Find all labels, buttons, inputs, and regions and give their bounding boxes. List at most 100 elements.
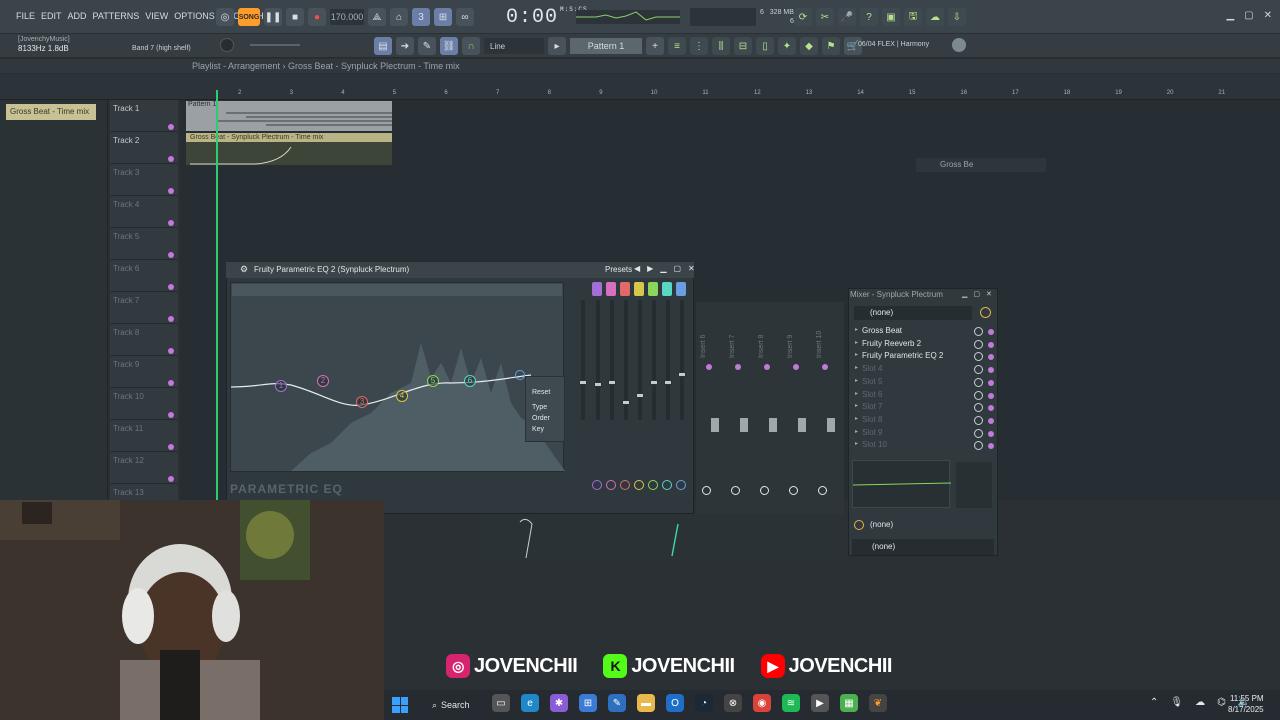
- slot-enable-dot[interactable]: [988, 430, 994, 437]
- mixer-eq-preview[interactable]: [852, 460, 952, 508]
- chrome-icon[interactable]: ◉: [753, 694, 771, 712]
- slot-expand-icon[interactable]: ▸: [855, 440, 858, 447]
- slot-mix-knob[interactable]: [974, 339, 983, 349]
- channel-fader[interactable]: [798, 418, 806, 432]
- stop-button[interactable]: ■: [286, 8, 304, 26]
- eq-gain-handle[interactable]: [678, 372, 686, 377]
- eq-band-type-button[interactable]: [592, 282, 602, 296]
- channel-fader[interactable]: [711, 418, 719, 432]
- channel-route-knob[interactable]: [702, 486, 711, 495]
- slot-expand-icon[interactable]: ▸: [855, 415, 858, 422]
- browser-icon[interactable]: ⊟: [734, 37, 752, 55]
- eq-band-type-button[interactable]: [620, 282, 630, 296]
- countdown-icon[interactable]: 3: [412, 8, 430, 26]
- slot-mix-knob[interactable]: [974, 415, 983, 425]
- track-mute-dot[interactable]: [168, 284, 174, 290]
- track-mute-dot[interactable]: [168, 252, 174, 258]
- outlook-icon[interactable]: O: [666, 694, 684, 712]
- eq-band-type-button[interactable]: [648, 282, 658, 296]
- slot-mix-knob[interactable]: [974, 390, 983, 400]
- eq-gain-handle[interactable]: [636, 393, 644, 398]
- track-mute-dot[interactable]: [168, 412, 174, 418]
- pattern-plus-icon[interactable]: +: [646, 37, 664, 55]
- eq-band-type-button[interactable]: [634, 282, 644, 296]
- track-mute-dot[interactable]: [168, 188, 174, 194]
- eq-band-node[interactable]: 2: [317, 375, 329, 387]
- slot-mix-knob[interactable]: [974, 327, 983, 336]
- download-icon[interactable]: ⇩: [948, 8, 966, 26]
- eq-gain-slider[interactable]: [680, 300, 684, 420]
- playlist-icon[interactable]: ≡: [668, 37, 686, 55]
- pattern-selector[interactable]: Pattern 1: [570, 38, 642, 54]
- eq-maximize-icon[interactable]: ▢: [673, 264, 681, 273]
- master-pitch-knob[interactable]: [220, 38, 234, 52]
- timeline-ruler[interactable]: [0, 74, 1280, 100]
- menu-options[interactable]: OPTIONS: [174, 11, 215, 21]
- fl-studio-icon[interactable]: ❦: [869, 694, 887, 712]
- slot-enable-dot[interactable]: [988, 329, 994, 335]
- eq-gain-handle[interactable]: [608, 380, 616, 385]
- mic-icon[interactable]: 🎤: [838, 8, 856, 26]
- input-clock-icon[interactable]: [980, 307, 991, 318]
- menu-file[interactable]: FILE: [16, 11, 35, 21]
- slot-expand-icon[interactable]: ▸: [855, 428, 858, 435]
- channel-rack-icon[interactable]: ⋮: [690, 37, 708, 55]
- gear-icon[interactable]: ⚙: [240, 264, 248, 275]
- ctx-type[interactable]: Type: [526, 402, 564, 413]
- slot-expand-icon[interactable]: ▸: [855, 402, 858, 409]
- song-mode-toggle[interactable]: SONG: [238, 8, 260, 26]
- chat-icon[interactable]: ☁: [926, 8, 944, 26]
- channel-active-dot[interactable]: [822, 364, 828, 370]
- plugin-picker-icon[interactable]: ✦: [778, 37, 796, 55]
- slot-expand-icon[interactable]: ▸: [855, 364, 858, 371]
- browser-selected-item[interactable]: Gross Beat - Time mix: [6, 104, 96, 120]
- plugin-icon[interactable]: ▣: [882, 8, 900, 26]
- mixer-sidechain-select[interactable]: (none): [852, 518, 992, 532]
- slot-enable-dot[interactable]: [988, 392, 994, 399]
- eq-band-type-button[interactable]: [662, 282, 672, 296]
- eq-gain-slider[interactable]: [610, 300, 614, 420]
- media-player-icon[interactable]: ▶: [811, 694, 829, 712]
- tray-cloud-icon[interactable]: ☁: [1195, 697, 1205, 708]
- metronome-icon[interactable]: ⟁: [368, 8, 386, 26]
- eq-close-icon[interactable]: ✕: [688, 264, 695, 273]
- pencil-icon[interactable]: ✎: [418, 37, 436, 55]
- taskbar-search[interactable]: ⌕ Search: [424, 695, 484, 715]
- menu-patterns[interactable]: PATTERNS: [93, 11, 140, 21]
- effect-slot[interactable]: Fruity Parametric EQ 2: [862, 351, 943, 360]
- play-pattern-icon[interactable]: ▸: [548, 37, 566, 55]
- save-icon[interactable]: 🖫: [904, 8, 922, 26]
- edge-icon[interactable]: e: [521, 694, 539, 712]
- task-view-icon[interactable]: ▭: [492, 694, 510, 712]
- cut-icon[interactable]: ✂: [816, 8, 834, 26]
- track-mute-dot[interactable]: [168, 348, 174, 354]
- track-mute-dot[interactable]: [168, 444, 174, 450]
- playhead[interactable]: [216, 90, 218, 500]
- fl-logo-icon[interactable]: [952, 38, 966, 52]
- loop-record-icon[interactable]: ∞: [456, 8, 474, 26]
- file-icon[interactable]: ▯: [756, 37, 774, 55]
- eq-band-type-strip[interactable]: [232, 284, 562, 296]
- tempo-display[interactable]: 170.000: [330, 9, 364, 25]
- menu-add[interactable]: ADD: [68, 11, 87, 21]
- ctx-key[interactable]: Key: [526, 424, 564, 435]
- eq-band-node[interactable]: 1: [275, 380, 287, 392]
- channel-active-dot[interactable]: [764, 364, 770, 370]
- mixer-channel-label[interactable]: Insert 9: [787, 335, 794, 358]
- tray-mic-icon[interactable]: 🎙: [1170, 697, 1183, 708]
- mixer-icon[interactable]: ⫼: [712, 37, 730, 55]
- maximize-icon[interactable]: ▢: [1244, 10, 1253, 21]
- tray-chevron-icon[interactable]: ⌃: [1150, 697, 1158, 708]
- effect-slot[interactable]: Slot 10: [862, 440, 887, 449]
- pause-button[interactable]: ❚❚: [264, 8, 282, 26]
- track-mute-dot[interactable]: [168, 220, 174, 226]
- eq-gain-handle[interactable]: [579, 380, 587, 385]
- ctx-reset[interactable]: Reset: [526, 387, 564, 398]
- slot-expand-icon[interactable]: ▸: [855, 326, 858, 333]
- mixer-channel-label[interactable]: Insert 6: [700, 335, 707, 358]
- editor-icon[interactable]: ✎: [608, 694, 626, 712]
- mixer-close-icon[interactable]: ✕: [986, 290, 992, 298]
- feedback-icon[interactable]: ⚑: [822, 37, 840, 55]
- eq-band-width-knob[interactable]: [592, 480, 602, 490]
- copilot-icon[interactable]: ✱: [550, 694, 568, 712]
